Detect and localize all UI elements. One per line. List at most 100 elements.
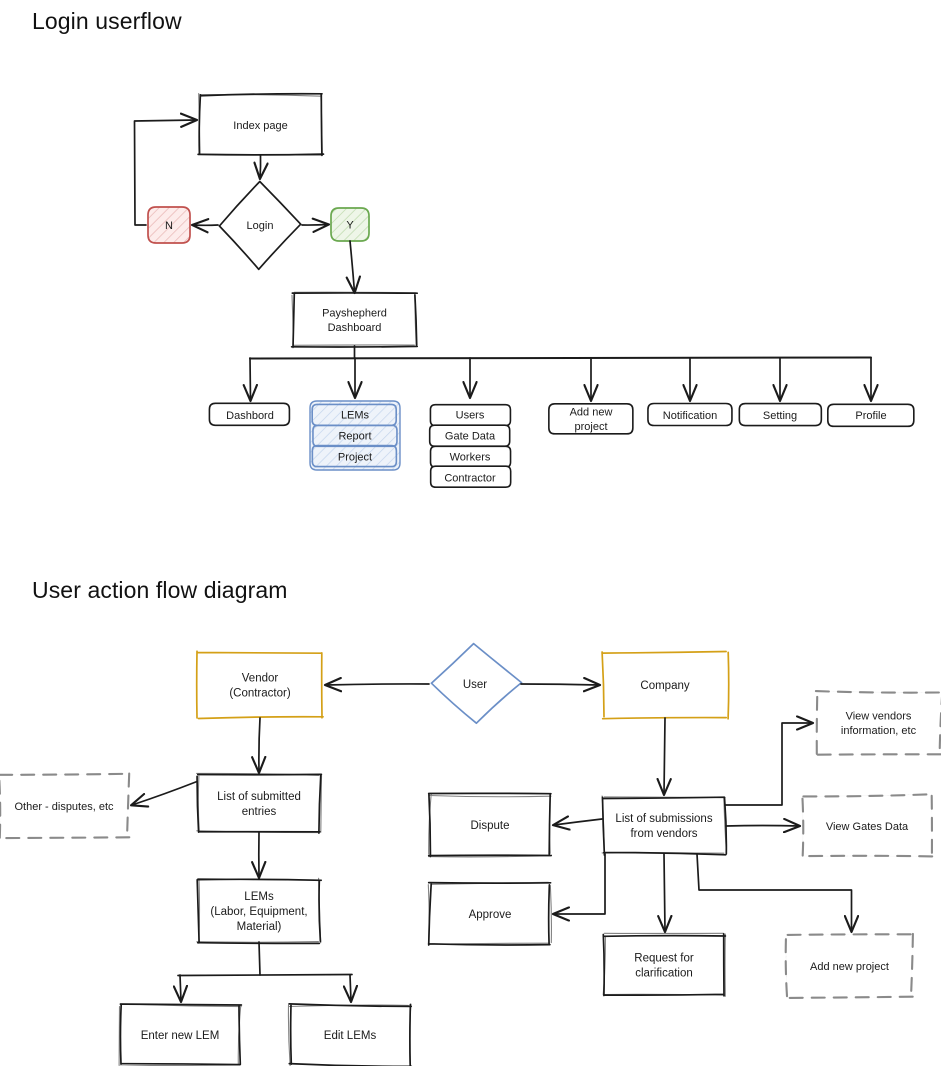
node-label: N — [165, 220, 173, 232]
node-list-submitted[interactable]: List of submitted entries — [196, 772, 323, 834]
node-outline-sketch — [601, 795, 727, 856]
login-flow-edges — [133, 120, 872, 400]
node-label: Dashbord — [226, 410, 274, 422]
node-workers[interactable]: Workers — [429, 445, 512, 469]
node-dispute[interactable]: Dispute — [427, 792, 553, 858]
node-label: clarification — [635, 968, 693, 980]
node-dashboard[interactable]: Payshepherd Dashboard — [290, 291, 419, 349]
node-label: Dashboard — [328, 322, 382, 334]
node-label: Add new — [570, 407, 613, 419]
node-contractor[interactable]: Contractor — [429, 465, 512, 489]
node-fill — [602, 797, 727, 855]
edge-list-submissions-to-view-vendors — [724, 723, 812, 806]
edge-bus-to-edit-lems — [350, 974, 351, 1001]
edge-index-to-login — [260, 154, 261, 178]
node-view-gates-data[interactable]: View Gates Data — [800, 793, 934, 860]
node-index-page[interactable]: Index page — [197, 92, 325, 157]
node-add-new-project[interactable]: Add new project — [548, 403, 634, 435]
edge-list-submissions-to-add-new-project — [696, 853, 852, 931]
node-label: View vendors — [846, 711, 912, 723]
node-outline-sketch — [602, 932, 726, 997]
node-label: Gate Data — [445, 430, 496, 442]
node-lems-group[interactable]: LEMs (Labor, Equipment, Material) — [196, 877, 323, 945]
node-vendor-contractor[interactable]: Vendor (Contractor) — [195, 650, 324, 720]
edge-y-to-dashboard — [350, 240, 355, 292]
node-label: User — [463, 679, 487, 691]
edge-login-to-y — [301, 225, 328, 226]
node-label: Payshepherd — [322, 308, 387, 320]
node-outline — [196, 773, 323, 834]
edge-list-submissions-to-view-gates — [725, 826, 799, 827]
edge-company-to-list-submissions — [664, 717, 665, 794]
edge-list-submissions-to-dispute — [554, 819, 603, 825]
node-enter-new-lem[interactable]: Enter new LEM — [118, 1003, 243, 1066]
node-hatch — [196, 651, 324, 719]
node-outline — [195, 650, 324, 720]
node-label: Setting — [763, 410, 797, 422]
node-label: Vendor — [242, 673, 279, 685]
users-stack: Users Gate Data Workers Contractor — [428, 403, 512, 489]
node-other-disputes[interactable]: Other - disputes, etc — [0, 772, 131, 840]
node-label: project — [574, 421, 607, 433]
user-action-flow-nodes: User Vendor (Contractor) Company List of sub… — [0, 642, 941, 1066]
node-outline-sketch — [291, 291, 417, 348]
node-label: Material) — [237, 921, 282, 933]
node-label: Request for — [634, 953, 694, 965]
edge-bus-to-enter-new-lem — [180, 974, 181, 1001]
node-edit-lems[interactable]: Edit LEMs — [287, 1003, 413, 1066]
node-outline — [814, 690, 941, 756]
node-user[interactable]: User — [430, 642, 523, 725]
node-label: Index page — [233, 120, 287, 132]
node-label: Workers — [450, 451, 491, 463]
node-label: Profile — [855, 410, 886, 422]
node-dashbord[interactable]: Dashbord — [208, 402, 291, 427]
node-hatch — [815, 691, 941, 755]
node-users[interactable]: Users — [429, 403, 512, 427]
node-label: (Contractor) — [229, 688, 291, 700]
user-action-flow-edges — [132, 684, 852, 1001]
node-login[interactable]: Login — [218, 180, 302, 271]
edge-lems-to-bus — [258, 941, 261, 976]
node-label: Other - disputes, etc — [14, 801, 114, 813]
node-approve[interactable]: Approve — [427, 881, 553, 946]
node-label: Notification — [663, 410, 717, 422]
node-fill — [815, 691, 941, 755]
node-n[interactable]: N — [147, 206, 191, 244]
node-label: Enter new LEM — [141, 1030, 220, 1042]
node-label: Add new project — [810, 961, 889, 973]
edge-user-to-company — [520, 684, 599, 685]
node-profile[interactable]: Profile — [827, 403, 915, 428]
node-list-submissions[interactable]: List of submissions from vendors — [601, 795, 728, 856]
edge-lems-bus — [177, 973, 353, 977]
node-label: information, etc — [841, 725, 917, 737]
node-label: from vendors — [630, 828, 697, 840]
node-outline — [290, 292, 419, 349]
node-view-vendors-info[interactable]: View vendors information, etc — [814, 690, 941, 756]
node-request-clarification[interactable]: Request for clarification — [602, 932, 727, 997]
edge-dashboard-bus — [249, 356, 872, 360]
node-y[interactable]: Y — [330, 207, 370, 242]
node-label: Contractor — [444, 472, 496, 484]
node-outline — [602, 933, 727, 997]
node-fill — [197, 774, 322, 834]
node-add-new-project-2[interactable]: Add new project — [784, 932, 914, 999]
node-setting[interactable]: Setting — [738, 402, 823, 427]
node-label: List of submissions — [615, 813, 712, 825]
edge-list-submitted-to-other — [132, 780, 198, 806]
login-flow-nodes: Index page Login N Y Payshepherd Dashboard Das… — [147, 92, 915, 489]
node-label: Project — [338, 451, 372, 463]
node-label: (Labor, Equipment, — [210, 906, 307, 918]
node-label: Edit LEMs — [324, 1030, 377, 1042]
node-fill — [291, 292, 418, 348]
edge-list-submissions-to-approve — [554, 853, 606, 914]
node-outline — [601, 796, 728, 856]
node-label: Approve — [469, 909, 512, 921]
edge-list-submissions-to-request — [664, 853, 665, 931]
node-gate-data[interactable]: Gate Data — [428, 424, 511, 447]
node-company[interactable]: Company — [601, 650, 730, 720]
node-label: Dispute — [471, 820, 510, 832]
node-label: Y — [346, 219, 354, 231]
node-notification[interactable]: Notification — [647, 402, 733, 427]
edge-vendor-to-list-submitted — [259, 717, 260, 772]
node-label: Users — [456, 409, 485, 421]
